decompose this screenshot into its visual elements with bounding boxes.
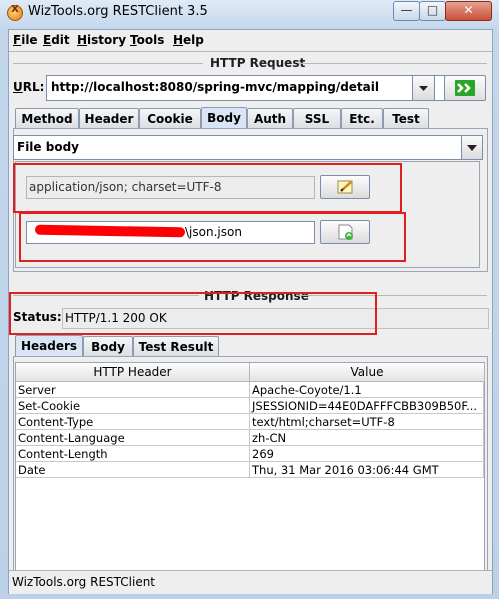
menu-history[interactable]: History	[77, 33, 126, 47]
url-label: URL:	[13, 80, 45, 94]
body-type-value: File body	[17, 140, 79, 154]
body-type-dropdown-button[interactable]	[461, 135, 483, 160]
table-cell-header[interactable]: Content-Language	[16, 430, 250, 446]
app-logo-glyph: X	[11, 4, 19, 15]
menu-separator	[9, 51, 492, 52]
window-title: WizTools.org RESTClient 3.5	[28, 4, 208, 19]
url-input[interactable]: http://localhost:8080/spring-mvc/mapping…	[46, 75, 450, 101]
tab-cookie[interactable]: Cookie	[139, 108, 201, 129]
table-cell-header[interactable]: Content-Length	[16, 446, 250, 462]
title-bar[interactable]: X WizTools.org RESTClient 3.5 — □ ✕	[0, 0, 499, 26]
body-type-select[interactable]: File body	[13, 135, 480, 160]
tab-test-result[interactable]: Test Result	[133, 336, 219, 357]
menu-edit[interactable]: Edit	[43, 33, 70, 47]
tab-header[interactable]: Header	[79, 108, 139, 129]
maximize-button[interactable]: □	[419, 1, 446, 21]
table-cell-value[interactable]: zh-CN	[250, 430, 484, 446]
menu-tools[interactable]: Tools	[130, 33, 164, 47]
tab-test[interactable]: Test	[383, 108, 429, 129]
highlight-box-file-path	[19, 212, 406, 262]
menu-help[interactable]: Help	[173, 33, 204, 47]
table-cell-header[interactable]: Date	[16, 462, 250, 478]
client-area: File Edit History Tools Help HTTP Reques…	[8, 29, 493, 594]
tab-method[interactable]: Method	[15, 108, 79, 129]
status-bar-text: WizTools.org RESTClient	[12, 575, 156, 589]
menu-bar: File Edit History Tools Help	[9, 30, 492, 51]
table-cell-header[interactable]: Set-Cookie	[16, 398, 250, 414]
url-value: http://localhost:8080/spring-mvc/mapping…	[51, 80, 379, 94]
chevron-down-icon	[419, 86, 428, 91]
request-title-rule-left	[13, 63, 203, 64]
menu-file[interactable]: File	[13, 33, 38, 47]
double-arrow-right-icon	[455, 80, 475, 96]
url-history-dropdown[interactable]	[412, 75, 435, 101]
column-header-http-header[interactable]: HTTP Header	[16, 363, 250, 382]
tab-auth[interactable]: Auth	[247, 108, 293, 129]
table-cell-value[interactable]: 269	[250, 446, 484, 462]
tab-body[interactable]: Body	[201, 107, 247, 130]
table-cell-header[interactable]: Content-Type	[16, 414, 250, 430]
minimize-button[interactable]: —	[393, 1, 420, 21]
table-cell-value[interactable]: Thu, 31 Mar 2016 03:06:44 GMT	[250, 462, 484, 478]
tab-ssl[interactable]: SSL	[293, 108, 341, 129]
table-cell-value[interactable]: text/html;charset=UTF-8	[250, 414, 484, 430]
table-cell-value[interactable]: JSESSIONID=44E0DAFFFCBB309B50F...	[250, 398, 484, 414]
table-cell-header[interactable]: Server	[16, 382, 250, 398]
app-window: X WizTools.org RESTClient 3.5 — □ ✕ File…	[0, 0, 499, 599]
request-section-title: HTTP Request	[210, 56, 306, 70]
tab-headers[interactable]: Headers	[15, 335, 83, 358]
request-title-rule-right	[299, 63, 487, 64]
highlight-box-content-type	[13, 163, 402, 213]
response-headers-table[interactable]: HTTP Header Value Server Apache-Coyote/1…	[15, 362, 485, 582]
column-header-value[interactable]: Value	[250, 363, 485, 382]
tab-etc[interactable]: Etc.	[341, 108, 383, 129]
tab-response-body[interactable]: Body	[83, 336, 133, 357]
status-bar: WizTools.org RESTClient	[9, 570, 492, 594]
chevron-down-icon	[467, 145, 477, 151]
highlight-box-status	[9, 292, 377, 335]
table-cell-value[interactable]: Apache-Coyote/1.1	[250, 382, 484, 398]
close-button[interactable]: ✕	[445, 1, 492, 21]
send-request-button[interactable]	[444, 75, 486, 101]
